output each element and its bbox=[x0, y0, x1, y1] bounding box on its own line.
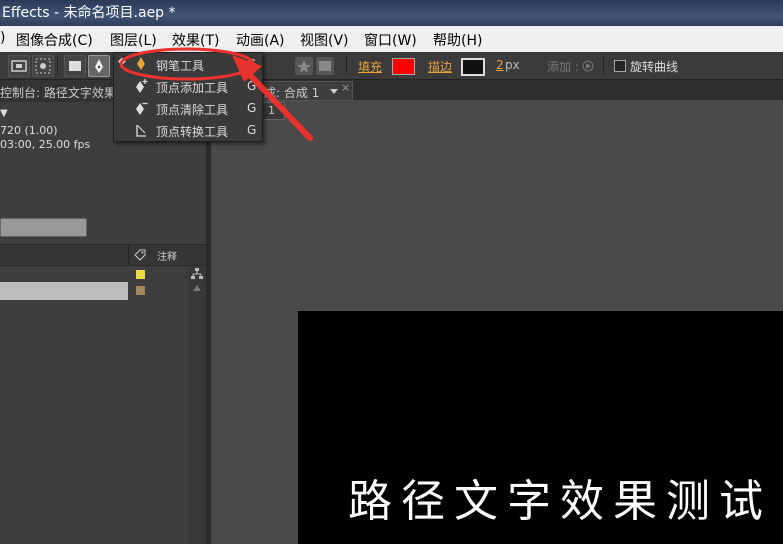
annotation-arrow-shaft bbox=[242, 67, 313, 141]
highlight-ellipse bbox=[119, 47, 255, 81]
red-annotation-overlay bbox=[119, 47, 313, 141]
